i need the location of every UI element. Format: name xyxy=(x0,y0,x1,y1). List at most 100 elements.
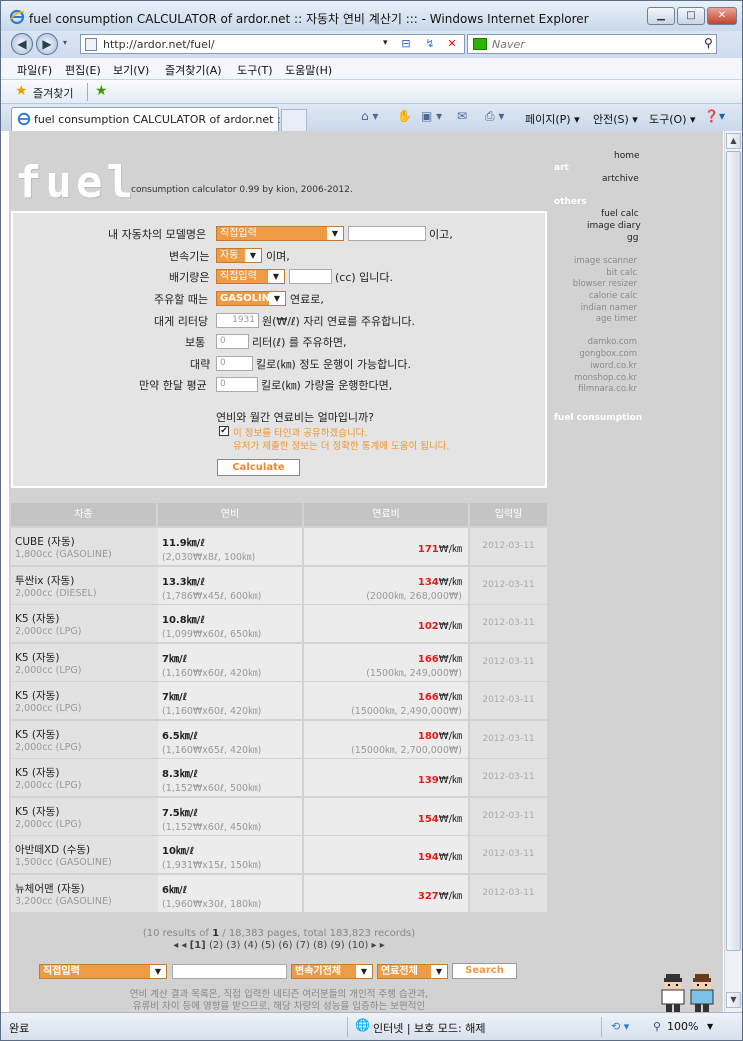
prev-page-icon[interactable]: ◂ xyxy=(181,940,186,951)
cell-date: 2012-03-11 xyxy=(470,528,547,565)
add-favorite-icon[interactable]: ★ xyxy=(95,83,108,99)
liters-input[interactable]: 0 xyxy=(216,334,249,349)
forward-button[interactable]: ▶ xyxy=(36,33,58,55)
trans-select[interactable]: 자동 ▼ xyxy=(216,248,262,263)
safety-menu[interactable]: 안전(S) ▾ xyxy=(593,111,638,127)
refresh-icon[interactable]: ↯ xyxy=(421,37,439,52)
page-link[interactable]: (2) xyxy=(209,940,223,951)
cost-number: 171 xyxy=(417,544,439,555)
page-link[interactable]: (7) xyxy=(296,940,310,951)
menu-file[interactable]: 파일(F) xyxy=(17,62,52,78)
first-page-icon[interactable]: ◂ xyxy=(173,940,178,951)
model-select[interactable]: 직접입력 ▼ xyxy=(216,226,344,241)
search-trans-select[interactable]: 변속기전체 ▼ xyxy=(291,964,373,979)
cost-number: 102 xyxy=(417,621,439,632)
nav-archive[interactable]: artchive xyxy=(602,174,639,184)
address-dropdown-icon[interactable]: ▾ xyxy=(383,38,388,48)
footer-note: 연비 계산 결과 목록은, 직접 입력한 네티즌 여러분들의 개인적 주행 습관… xyxy=(9,989,549,1012)
vertical-scrollbar[interactable]: ▲ ▼ xyxy=(724,131,742,1012)
close-button[interactable]: ✕ xyxy=(707,7,737,25)
menu-help[interactable]: 도움말(H) xyxy=(285,62,332,78)
efficiency-detail: (1,786₩x45ℓ, 600㎞) xyxy=(162,590,262,602)
car-name: K5 (자동) xyxy=(15,767,60,779)
page-link[interactable]: (6) xyxy=(278,940,292,951)
cell-efficiency: 7㎞/ℓ (1,160₩x60ℓ, 420㎞) xyxy=(158,682,302,719)
share-label[interactable]: 이 정보를 타인과 공유하겠습니다. xyxy=(233,425,367,439)
hand-icon[interactable]: ✋ xyxy=(397,109,412,123)
nav-image-diary[interactable]: image diary xyxy=(587,221,641,231)
tab-active[interactable]: fuel consumption CALCULATOR of ardor.net… xyxy=(11,107,298,131)
search-placeholder[interactable]: Naver xyxy=(492,38,525,51)
month-input[interactable]: 0 xyxy=(216,377,258,392)
cost-value: 134₩/㎞ xyxy=(418,573,462,588)
page-link[interactable]: (8) xyxy=(313,940,327,951)
search-button[interactable]: Search xyxy=(452,963,517,979)
page-link[interactable]: (10) xyxy=(348,940,369,951)
nav-fuel-calc[interactable]: fuel calc xyxy=(601,209,639,219)
minimize-button[interactable]: ▁ xyxy=(647,7,675,25)
search-model-select[interactable]: 직접입력 ▼ xyxy=(39,964,167,979)
search-box[interactable]: Naver ⚲ xyxy=(467,34,717,54)
nav-fuel-consumption[interactable]: fuel consumption xyxy=(554,413,642,423)
entry-date: 2012-03-11 xyxy=(482,695,535,705)
last-page-icon[interactable]: ▸ xyxy=(380,940,385,951)
nav-home[interactable]: home xyxy=(614,151,640,161)
menu-edit[interactable]: 편집(E) xyxy=(65,62,101,78)
zoom-dropdown-icon[interactable]: ▼ xyxy=(707,1022,713,1031)
page-link[interactable]: (9) xyxy=(330,940,344,951)
page-menu[interactable]: 페이지(P) ▾ xyxy=(525,111,580,127)
zoom-level[interactable]: 100% xyxy=(667,1020,698,1033)
help-icon[interactable]: ❓▾ xyxy=(704,109,725,123)
mail-icon[interactable]: ✉ xyxy=(457,109,467,123)
chevron-down-icon: ▼ xyxy=(150,965,166,978)
back-button[interactable]: ◀ xyxy=(11,33,33,55)
scroll-up-icon[interactable]: ▲ xyxy=(726,133,741,149)
menu-view[interactable]: 보기(V) xyxy=(113,62,149,78)
disp-select[interactable]: 직접입력 ▼ xyxy=(216,269,285,284)
compatibility-icon[interactable]: ⊟ xyxy=(397,37,415,52)
security-zone[interactable]: 인터넷 | 보호 모드: 해제 xyxy=(373,1020,485,1036)
stop-icon[interactable]: ✕ xyxy=(443,37,461,52)
scroll-down-icon[interactable]: ▼ xyxy=(726,992,741,1008)
zoom-icon[interactable]: ⚲ xyxy=(653,1020,661,1033)
page-link[interactable]: (4) xyxy=(244,940,258,951)
nav-others-heading: others xyxy=(554,197,587,207)
cost-unit: ₩/㎞ xyxy=(438,890,462,902)
address-url[interactable]: http://ardor.net/fuel/ xyxy=(103,38,215,51)
favorites-button[interactable]: 즐겨찾기 xyxy=(33,85,73,101)
history-dropdown-icon[interactable]: ▾ xyxy=(63,38,67,47)
menu-tools[interactable]: 도구(T) xyxy=(237,62,273,78)
trans-select-value: 자동 xyxy=(220,250,239,261)
tools-menu[interactable]: 도구(O) ▾ xyxy=(649,111,696,127)
search-model-input[interactable] xyxy=(172,964,287,979)
search-fuel-select[interactable]: 연료전체 ▼ xyxy=(377,964,448,979)
search-model-value: 직접입력 xyxy=(43,966,80,977)
menu-favorites[interactable]: 즐겨찾기(A) xyxy=(165,62,222,78)
share-checkbox[interactable]: ✔ xyxy=(219,426,229,436)
protected-mode-icon[interactable]: ⟲ ▾ xyxy=(611,1020,629,1033)
next-page-icon[interactable]: ▸ xyxy=(372,940,377,951)
disp-input[interactable] xyxy=(289,269,332,284)
fuel-select[interactable]: GASOLINE ▼ xyxy=(216,291,286,306)
nav-art[interactable]: art xyxy=(554,163,569,173)
km-input[interactable]: 0 xyxy=(216,356,253,371)
favorites-star-icon[interactable]: ★ xyxy=(15,83,28,99)
efficiency-value: 13.3㎞/ℓ xyxy=(162,576,206,588)
cell-cost: 194₩/㎞ xyxy=(304,836,468,873)
maximize-button[interactable]: □ xyxy=(677,7,705,25)
table-row: K5 (자동) 2,000cc (LPG) 7㎞/ℓ (1,160₩x60ℓ, 420… xyxy=(11,643,547,681)
cell-date: 2012-03-11 xyxy=(470,682,547,719)
new-tab-button[interactable] xyxy=(281,109,307,131)
page-link[interactable]: (3) xyxy=(226,940,240,951)
price-input[interactable]: 1931 xyxy=(216,313,259,328)
rss-icon[interactable]: ▣ ▾ xyxy=(421,109,442,123)
model-input[interactable] xyxy=(348,226,426,241)
nav-gg[interactable]: gg xyxy=(627,233,638,243)
search-icon[interactable]: ⚲ xyxy=(704,36,713,50)
page-link[interactable]: (5) xyxy=(261,940,275,951)
home-icon[interactable]: ⌂ ▾ xyxy=(361,109,378,123)
scroll-thumb[interactable] xyxy=(726,151,741,951)
calculate-button[interactable]: Calculate xyxy=(217,459,300,476)
address-bar[interactable]: http://ardor.net/fuel/ ▾ ⊟ ↯ ✕ xyxy=(80,34,465,54)
print-icon[interactable]: ⎙ ▾ xyxy=(485,109,504,124)
